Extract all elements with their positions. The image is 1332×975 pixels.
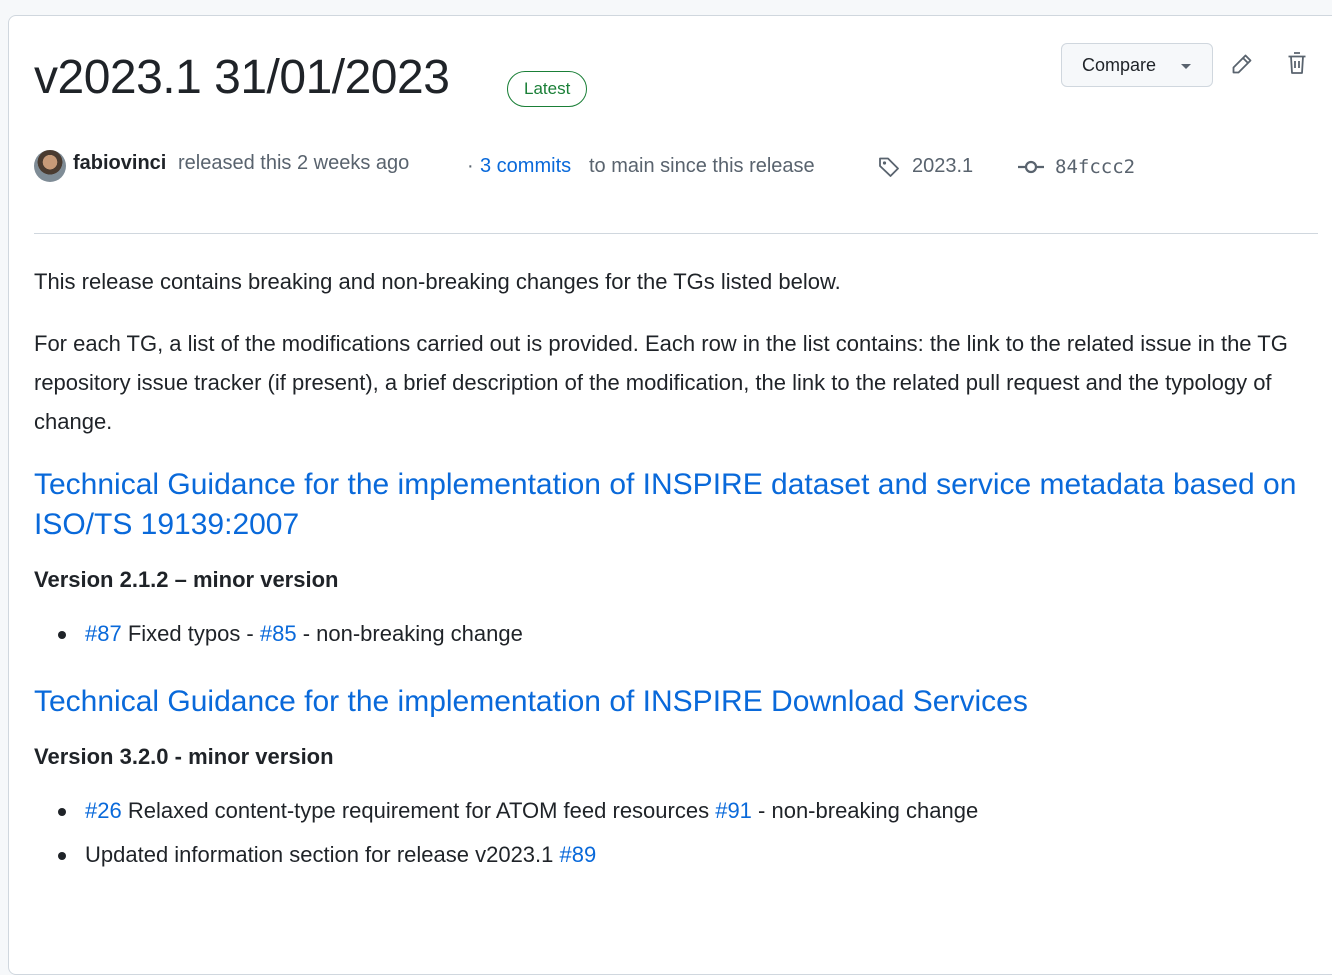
change-type: - non-breaking change — [296, 621, 523, 646]
version-label: Version 2.1.2 – minor version — [34, 567, 339, 592]
author-link[interactable]: fabiovinci — [73, 152, 166, 175]
tag-icon — [879, 157, 899, 177]
compare-button[interactable]: Compare — [1061, 43, 1213, 87]
pencil-icon[interactable] — [1230, 52, 1254, 76]
release-notes: This release contains breaking and non-b… — [34, 262, 1324, 877]
list-item: #87 Fixed typos - #85 - non-breaking cha… — [58, 612, 1324, 656]
intro-paragraph: This release contains breaking and non-b… — [34, 269, 841, 294]
version-label: Version 3.2.0 - minor version — [34, 744, 334, 769]
change-text: Updated information section for release … — [85, 842, 560, 867]
git-commit-icon — [1018, 160, 1044, 174]
changes-list: #87 Fixed typos - #85 - non-breaking cha… — [34, 612, 1324, 656]
issue-link[interactable]: #87 — [85, 621, 122, 646]
latest-badge: Latest — [507, 71, 588, 107]
change-text: Relaxed content-type requirement for ATO… — [121, 798, 716, 823]
change-text: Fixed typos - — [121, 621, 260, 646]
released-text: released this 2 weeks ago — [178, 152, 410, 174]
meta-separator: · — [467, 155, 474, 177]
issue-link[interactable]: #26 — [85, 798, 122, 823]
caret-down-icon — [1181, 64, 1191, 69]
changes-list: #26 Relaxed content-type requirement for… — [34, 789, 1324, 877]
list-item: Updated information section for release … — [58, 833, 1324, 877]
description-paragraph: For each TG, a list of the modifications… — [34, 331, 1288, 434]
trash-icon[interactable] — [1285, 50, 1309, 76]
section-heading-metadata[interactable]: Technical Guidance for the implementatio… — [34, 465, 1324, 545]
change-type: - non-breaking change — [751, 798, 979, 823]
section-heading-download-services[interactable]: Technical Guidance for the implementatio… — [34, 682, 1324, 722]
commits-since-text: to main since this release — [589, 155, 815, 177]
commits-link[interactable]: 3 commits — [480, 155, 571, 178]
avatar[interactable] — [34, 150, 66, 182]
commit-sha-link[interactable]: 84fccc2 — [1055, 156, 1135, 178]
release-meta: fabiovinci released this 2 weeks ago · 3… — [34, 150, 1234, 182]
pr-link[interactable]: #85 — [260, 621, 297, 646]
release-title: v2023.1 31/01/2023 — [34, 51, 450, 104]
pr-link[interactable]: #91 — [715, 798, 752, 823]
list-item: #26 Relaxed content-type requirement for… — [58, 789, 1324, 833]
pr-link[interactable]: #89 — [560, 842, 597, 867]
divider — [34, 233, 1318, 234]
compare-label: Compare — [1082, 54, 1157, 75]
tag-link[interactable]: 2023.1 — [912, 155, 973, 178]
